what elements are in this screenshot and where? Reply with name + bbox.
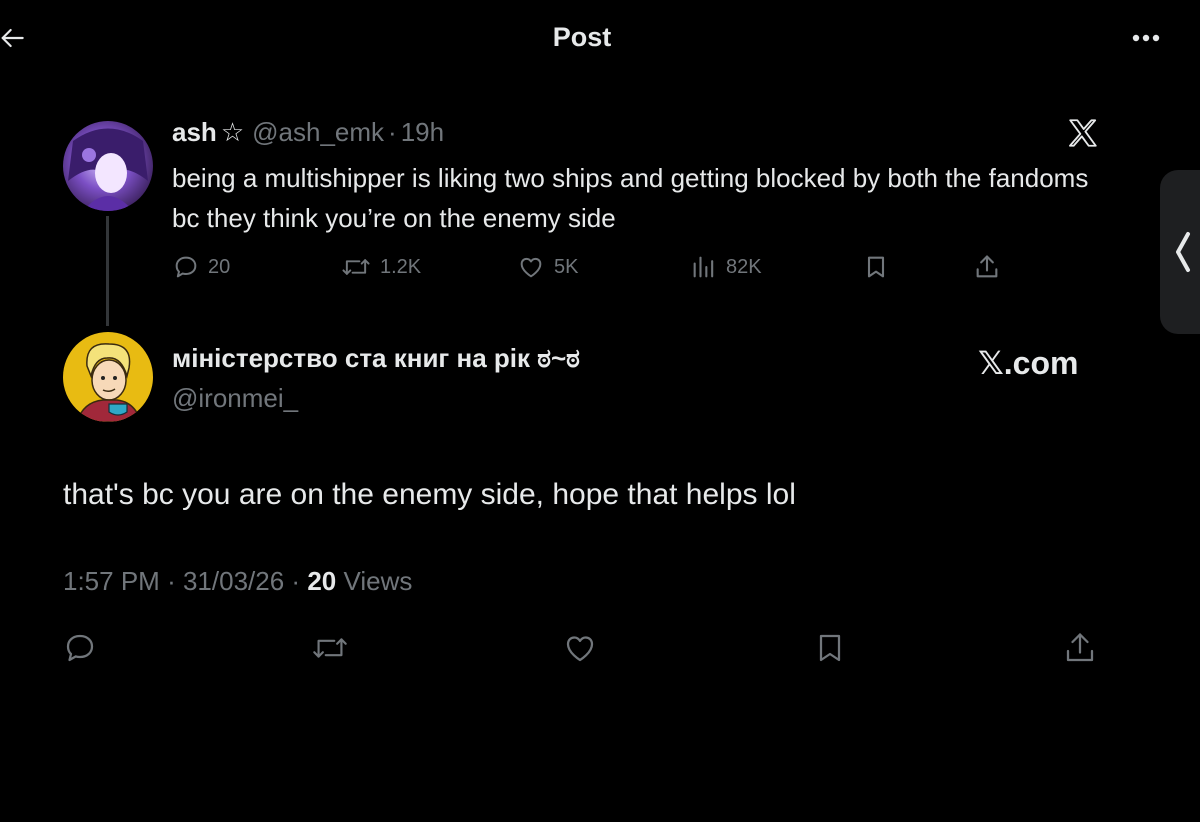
separator: · [291,566,301,596]
quoted-post-text: being a multishipper is liking two ships… [172,163,1089,233]
repost-count: 1.2K [380,255,422,278]
post-date[interactable]: 31/03/26 [183,566,284,596]
bookmark-icon [867,256,885,278]
post-metadata: 1:57 PM · 31/03/26 · 20 Views [63,566,412,597]
separator: · [167,566,176,596]
repost-button[interactable] [310,630,347,666]
share-button[interactable] [1062,630,1098,666]
heart-icon [566,636,594,662]
share-icon [976,255,998,278]
like-count: 5K [554,255,579,278]
x-com-link[interactable]: 𝕏.com [978,344,1078,382]
chevron-left-icon [1176,232,1190,272]
avatar[interactable] [63,332,153,422]
display-name[interactable]: міністерство ста книг на рік ಠ~ಠ [172,343,580,375]
post-time[interactable]: 1:57 PM [63,566,160,596]
avatar[interactable] [63,121,153,211]
side-panel-tab[interactable] [1160,170,1200,334]
share-icon [1066,633,1094,662]
separator: · [388,117,397,147]
comment-icon [175,256,197,278]
handle[interactable]: @ironmei_ [172,383,298,414]
more-horizontal-icon [1132,34,1160,42]
reply-button[interactable]: 20 [172,252,230,282]
comment-icon [66,634,94,662]
page-title: Post [552,22,612,52]
name-suffix: ☆ [220,117,245,147]
share-button[interactable] [973,252,1001,282]
post-time[interactable]: 19h [401,117,444,147]
display-name[interactable]: ash [172,117,217,147]
heart-icon [520,257,542,278]
bookmark-icon [819,634,841,662]
bar-chart-icon [693,256,714,278]
post-text: that's bc you are on the enemy side, hop… [63,478,796,511]
views-count: 82K [726,255,762,278]
quoted-post-header: ash ☆ @ash_emk · 19h [172,117,444,148]
x-logo-icon[interactable] [1066,116,1100,150]
like-button[interactable]: 5K [516,252,578,282]
repost-button[interactable]: 1.2K [340,252,421,282]
views-button[interactable]: 82K [690,252,762,282]
bookmark-button[interactable] [812,630,848,666]
views-count: 20 [307,566,337,596]
more-options-button[interactable] [1126,26,1166,50]
reply-count: 20 [208,255,231,278]
repost-icon [313,638,347,658]
handle[interactable]: @ash_emk [252,117,384,147]
views-label: Views [343,566,413,596]
reply-button[interactable] [62,630,98,666]
bookmark-button[interactable] [862,252,890,282]
like-button[interactable] [561,630,597,666]
thread-connector-line [106,216,109,326]
repost-icon [342,259,370,275]
